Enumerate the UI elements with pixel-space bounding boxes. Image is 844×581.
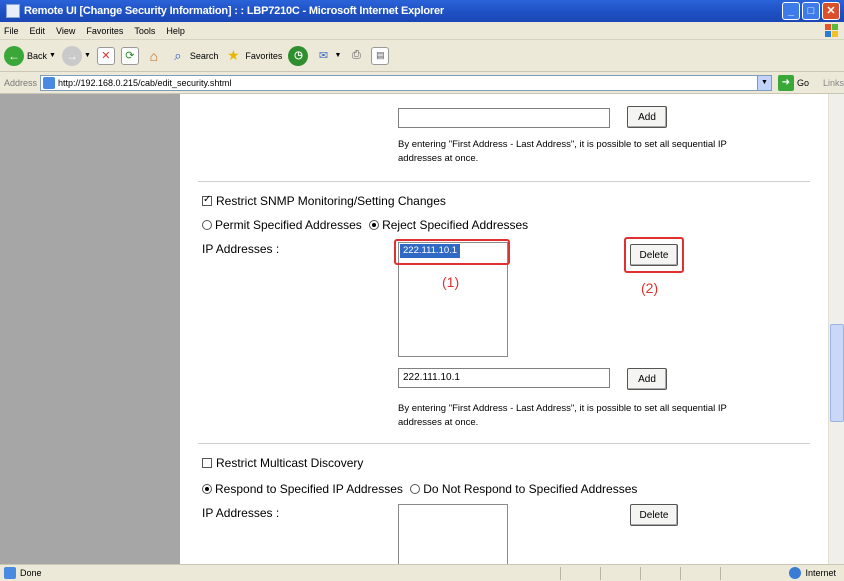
snmp-ip-label: IP Addresses : [202, 242, 280, 256]
snmp-reject-radio[interactable] [369, 220, 380, 230]
edit-icon: ▤ [371, 46, 390, 65]
links-button[interactable]: Links [823, 78, 844, 88]
chevron-down-icon: ▼ [83, 52, 91, 59]
address-label: Address [4, 77, 38, 88]
refresh-button[interactable]: ⟳ [120, 46, 139, 65]
minimize-button[interactable]: _ [782, 2, 800, 20]
menu-help[interactable]: Help [166, 26, 185, 36]
top-ip-input[interactable] [398, 108, 610, 128]
snmp-ip-input[interactable]: 222.111.10.1 [398, 368, 610, 388]
stop-icon: ✕ [96, 46, 115, 65]
chevron-down-icon: ▼ [49, 52, 56, 59]
snmp-reject-label: Reject Specified Addresses [382, 218, 529, 232]
mail-button[interactable]: ✉ ▼ [314, 47, 342, 65]
page-content: Add By entering "First Address - Last Ad… [180, 94, 828, 564]
top-range-note-line2: addresses at once. [398, 153, 479, 164]
snmp-permit-radio[interactable] [202, 220, 212, 230]
window-title: Remote UI [Change Security Information] … [24, 5, 444, 17]
status-text: Done [20, 568, 42, 578]
status-separator [680, 567, 681, 580]
back-button[interactable]: ← Back ▼ [4, 45, 56, 66]
multicast-ip-listbox[interactable] [398, 504, 508, 564]
search-icon: ⌕ [174, 47, 182, 63]
callout-highlight-1 [394, 239, 510, 265]
multicast-restrict-row[interactable]: Restrict Multicast Discovery [202, 456, 363, 470]
edit-page-button[interactable]: ▤ [371, 46, 390, 65]
page-scrollbar[interactable] [828, 94, 844, 564]
address-bar: Address http://192.168.0.215/cab/edit_se… [0, 72, 844, 94]
address-url: http://192.168.0.215/cab/edit_security.s… [57, 77, 232, 88]
snmp-restrict-row[interactable]: Restrict SNMP Monitoring/Setting Changes [202, 194, 446, 208]
go-arrow-icon: ➜ [777, 74, 794, 91]
callout-label-1: (1) [442, 274, 460, 290]
section-divider [198, 181, 810, 182]
status-bar: Done Internet [0, 564, 844, 581]
menu-view[interactable]: View [56, 26, 75, 36]
mail-icon: ✉ [318, 50, 329, 62]
home-icon: ⌂ [149, 47, 159, 64]
go-button[interactable]: ➜ Go [777, 74, 809, 91]
menu-tools[interactable]: Tools [134, 26, 155, 36]
snmp-range-note-line2: addresses at once. [398, 417, 479, 428]
page-icon [42, 76, 55, 89]
maximize-button[interactable]: □ [802, 2, 820, 20]
snmp-permit-label: Permit Specified Addresses [215, 218, 362, 232]
status-separator [600, 567, 601, 580]
refresh-icon: ⟳ [120, 46, 139, 65]
menu-edit[interactable]: Edit [30, 26, 46, 36]
stop-button[interactable]: ✕ [96, 46, 115, 65]
back-arrow-icon: ← [4, 45, 24, 66]
multicast-delete-button[interactable]: Delete [630, 504, 678, 526]
multicast-not-respond-radio[interactable] [410, 484, 421, 494]
security-zone: Internet [789, 567, 836, 579]
snmp-mode-row: Permit Specified Addresses Reject Specif… [202, 218, 528, 232]
status-separator [640, 567, 641, 580]
snmp-restrict-checkbox[interactable] [202, 194, 212, 206]
close-button[interactable]: ✕ [822, 2, 840, 20]
browser-toolbar: ← Back ▼ → ▼ ✕ ⟳ ⌂ ⌕ Search ★ Favorites … [0, 40, 844, 72]
star-icon: ★ [227, 47, 240, 63]
top-range-note-line1: By entering "First Address - Last Addres… [398, 139, 727, 150]
multicast-not-respond-label: Do Not Respond to Specified Addresses [423, 482, 638, 496]
menu-favorites[interactable]: Favorites [86, 26, 123, 36]
snmp-restrict-label: Restrict SNMP Monitoring/Setting Changes [216, 194, 446, 208]
address-field[interactable]: http://192.168.0.215/cab/edit_security.s… [39, 74, 772, 91]
scrollbar-thumb[interactable] [830, 324, 844, 422]
top-add-button[interactable]: Add [627, 106, 667, 128]
status-separator [720, 567, 721, 580]
multicast-respond-radio[interactable] [202, 484, 212, 494]
menu-file[interactable]: File [4, 26, 19, 36]
page-done-icon [4, 567, 16, 579]
chevron-down-icon: ▼ [334, 52, 342, 59]
history-icon: ◷ [288, 45, 309, 66]
chevron-down-icon[interactable]: ▼ [756, 75, 771, 90]
snmp-add-button[interactable]: Add [627, 368, 667, 390]
callout-highlight-2 [624, 237, 684, 273]
callout-label-2: (2) [641, 280, 659, 296]
multicast-mode-row: Respond to Specified IP Addresses Do Not… [202, 482, 637, 496]
forward-arrow-icon: → [61, 45, 82, 66]
favorites-button[interactable]: ★ Favorites [224, 47, 282, 65]
print-button[interactable]: ⎙ [347, 47, 365, 65]
print-icon: ⎙ [351, 49, 361, 61]
multicast-restrict-checkbox[interactable] [202, 458, 212, 468]
forward-button[interactable]: → ▼ [61, 45, 91, 66]
ie-page-icon [6, 4, 20, 18]
globe-icon [789, 567, 802, 579]
status-separator [560, 567, 561, 580]
section-divider [198, 443, 810, 444]
multicast-ip-label: IP Addresses : [202, 506, 280, 520]
left-navigation-panel [0, 94, 180, 564]
menu-bar: File Edit View Favorites Tools Help [0, 22, 844, 40]
home-button[interactable]: ⌂ [145, 47, 163, 65]
multicast-restrict-label: Restrict Multicast Discovery [216, 456, 364, 470]
title-bar: Remote UI [Change Security Information] … [0, 0, 844, 22]
windows-logo-icon [825, 24, 838, 37]
multicast-respond-label: Respond to Specified IP Addresses [215, 482, 403, 496]
window-controls: _ □ ✕ [782, 2, 840, 20]
history-button[interactable]: ◷ [288, 45, 309, 66]
search-button[interactable]: ⌕ Search [169, 47, 218, 65]
snmp-range-note-line1: By entering "First Address - Last Addres… [398, 403, 727, 414]
